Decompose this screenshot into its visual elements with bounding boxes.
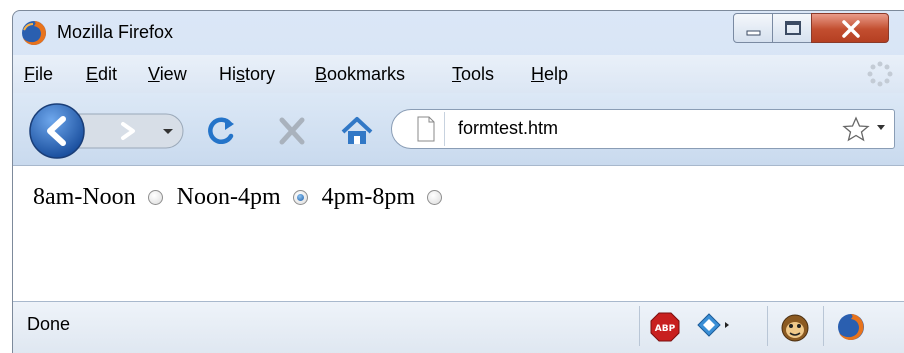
greasemonkey-icon[interactable] [779, 311, 811, 343]
url-dropdown-icon[interactable] [876, 124, 886, 132]
menu-edit-accel: E [86, 64, 99, 84]
url-input[interactable]: formtest.htm [458, 118, 558, 139]
status-divider [823, 306, 824, 346]
adblock-plus-icon[interactable]: ABP [649, 311, 681, 343]
minimize-icon [746, 30, 761, 36]
menu-help-accel: H [531, 64, 544, 84]
title-bar[interactable]: Mozilla Firefox [13, 11, 904, 55]
menu-tools[interactable]: Tools [452, 64, 494, 85]
status-divider [639, 306, 640, 346]
close-button[interactable] [811, 13, 889, 43]
maximize-button[interactable] [772, 13, 812, 43]
stop-icon[interactable] [279, 117, 305, 145]
menu-bookmarks[interactable]: Bookmarks [315, 64, 405, 85]
menu-bookmarks-accel: B [315, 64, 328, 84]
page-content: 8am-Noon Noon-4pm 4pm-8pm [13, 165, 904, 302]
reload-icon[interactable] [208, 117, 234, 144]
menu-view-accel: V [148, 64, 160, 84]
status-divider [767, 306, 768, 346]
status-text: Done [27, 314, 71, 334]
menu-history[interactable]: History [219, 64, 275, 85]
radio-noon-4pm[interactable] [292, 190, 308, 205]
page-icon [417, 116, 435, 142]
navigation-toolbar: formtest.htm [13, 93, 904, 165]
radio-8am-noon[interactable] [147, 190, 163, 205]
maximize-icon [785, 21, 801, 35]
window-title: Mozilla Firefox [57, 22, 174, 42]
svg-text:ABP: ABP [655, 324, 676, 334]
menu-file-label: ile [35, 64, 54, 84]
menu-file-accel: F [24, 64, 35, 84]
url-separator [444, 112, 445, 146]
firefox-icon[interactable] [835, 311, 867, 343]
time-slot-form: 8am-Noon Noon-4pm 4pm-8pm [33, 184, 456, 211]
back-icon[interactable] [29, 103, 85, 159]
ie-tab-icon[interactable] [695, 311, 731, 343]
menu-history-pre: Hi [219, 64, 236, 84]
menu-view-label: iew [159, 64, 187, 84]
bookmark-star-icon[interactable] [842, 116, 870, 142]
menu-history-label: tory [245, 64, 276, 84]
home-icon[interactable] [341, 117, 373, 144]
menu-tools-accel: T [452, 64, 461, 84]
minimize-button[interactable] [733, 13, 773, 43]
menu-view[interactable]: View [148, 64, 187, 85]
option-label-8am-noon: 8am-Noon [33, 184, 136, 210]
url-bar[interactable]: formtest.htm [391, 109, 895, 149]
nav-buttons [29, 103, 373, 159]
menu-file[interactable]: File [24, 64, 53, 85]
menu-help-label: elp [544, 64, 569, 84]
menu-edit[interactable]: Edit [86, 64, 117, 85]
throbber-icon [867, 61, 893, 87]
menu-bar: File Edit View History Bookmarks Tools H… [13, 55, 904, 93]
status-bar: Done ABP [13, 301, 904, 353]
menu-bookmarks-label: ookmarks [327, 64, 406, 84]
browser-window: Mozilla Firefox File Edit View History B… [12, 10, 904, 353]
option-label-4pm-8pm: 4pm-8pm [321, 184, 415, 210]
firefox-icon [22, 21, 46, 45]
menu-tools-label: ools [461, 64, 495, 84]
menu-help[interactable]: Help [531, 64, 568, 85]
option-label-noon-4pm: Noon-4pm [176, 184, 281, 210]
menu-edit-label: dit [98, 64, 118, 84]
menu-history-accel: s [236, 64, 245, 84]
close-icon [842, 20, 860, 38]
radio-4pm-8pm[interactable] [426, 190, 442, 205]
